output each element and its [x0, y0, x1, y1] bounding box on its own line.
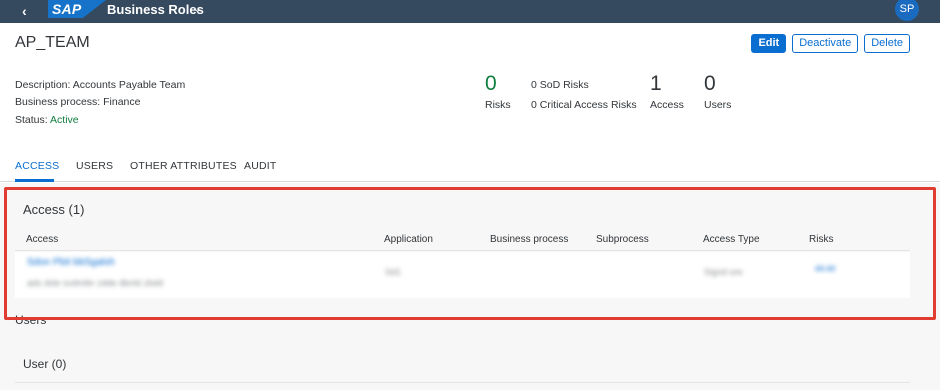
header-actions: Edit Deactivate Delete	[751, 34, 910, 53]
tab-audit[interactable]: AUDIT	[244, 160, 277, 172]
delete-button[interactable]: Delete	[864, 34, 910, 53]
status-label: Status:	[15, 114, 51, 126]
business-process-attribute: Business process: Finance	[15, 96, 140, 108]
sap-logo[interactable]: SAP	[48, 0, 106, 18]
users-label: Users	[704, 99, 732, 111]
access-label: Access	[650, 99, 684, 111]
description-attribute: Description: Accounts Payable Team	[15, 79, 185, 91]
tab-access[interactable]: ACCESS	[15, 160, 59, 172]
users-subsection-title: User (0)	[23, 357, 67, 371]
sap-logo-text: SAP	[52, 1, 82, 17]
risks-label: Risks	[485, 99, 511, 111]
risks-count: 0	[485, 72, 497, 95]
critical-access-risks-text: 0 Critical Access Risks	[531, 99, 637, 111]
status-attribute: Status: Active	[15, 114, 79, 126]
chevron-down-icon[interactable]: ⌄	[193, 2, 202, 15]
tab-users[interactable]: USERS	[76, 160, 113, 172]
access-count: 1	[650, 72, 662, 95]
description-value: Accounts Payable Team	[72, 79, 186, 91]
shell-bar: ‹ SAP Business Roles ⌄ SP	[0, 0, 940, 23]
business-process-value: Finance	[103, 96, 141, 108]
back-icon[interactable]: ‹	[22, 3, 27, 19]
business-process-label: Business process:	[15, 96, 104, 108]
app-title[interactable]: Business Roles	[107, 2, 204, 17]
page-title: AP_TEAM	[15, 34, 90, 51]
users-table-header-line	[15, 382, 910, 383]
tab-other-attributes[interactable]: OTHER ATTRIBUTES	[130, 160, 237, 172]
user-avatar[interactable]: SP	[895, 0, 919, 21]
tab-selected-indicator	[15, 179, 54, 182]
status-value: Active	[50, 114, 79, 126]
highlight-box	[4, 187, 936, 320]
description-label: Description:	[15, 79, 73, 91]
edit-button[interactable]: Edit	[751, 34, 787, 53]
users-count: 0	[704, 72, 716, 95]
tab-bar: ACCESS USERS OTHER ATTRIBUTES AUDIT	[0, 160, 940, 182]
sod-risks-text: 0 SoD Risks	[531, 79, 589, 91]
deactivate-button[interactable]: Deactivate	[792, 34, 859, 53]
